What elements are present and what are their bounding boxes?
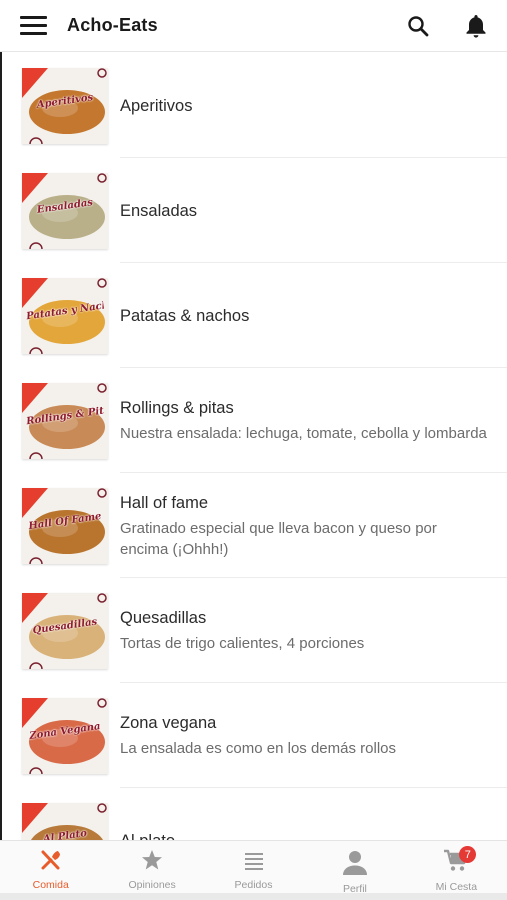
star-icon xyxy=(140,849,164,876)
person-icon xyxy=(341,849,369,880)
category-thumbnail: Hall Of Fame xyxy=(22,488,108,564)
nav-item-opiniones[interactable]: Opiniones xyxy=(101,841,202,893)
category-item[interactable]: Zona Vegana Zona vegana La ensalada es com… xyxy=(0,683,507,788)
category-title: Aperitivos xyxy=(120,96,193,115)
category-thumbnail: Patatas y Nachos xyxy=(22,278,108,354)
category-item[interactable]: Rollings & Pitas Rollings & pitas Nuestra … xyxy=(0,368,507,473)
nav-label: Opiniones xyxy=(128,879,176,891)
category-item[interactable]: Hall Of Fame Hall of fame Gratinado especi… xyxy=(0,473,507,578)
nav-item-mi-cesta[interactable]: 7 Mi Cesta xyxy=(406,841,507,893)
nav-item-comida[interactable]: Comida xyxy=(0,841,101,893)
category-item[interactable]: Al Plato Al plato xyxy=(0,788,507,840)
nav-label: Comida xyxy=(32,879,69,891)
fork-knife-icon xyxy=(39,849,63,876)
app-title: Acho-Eats xyxy=(67,15,158,35)
category-title: Rollings & pitas xyxy=(120,399,234,417)
category-item[interactable]: Quesadillas Quesadillas Tortas de trigo ca… xyxy=(0,578,507,683)
category-title: Quesadillas xyxy=(120,609,207,627)
category-thumbnail: Quesadillas xyxy=(22,593,108,669)
search-icon[interactable] xyxy=(405,13,431,39)
nav-label: Mi Cesta xyxy=(435,881,478,893)
nav-label: Pedidos xyxy=(234,879,273,891)
category-description: Tortas de trigo calientes, 4 porciones xyxy=(120,635,365,652)
category-item[interactable]: Ensaladas Ensaladas xyxy=(0,158,507,263)
category-title: Zona vegana xyxy=(120,714,217,732)
nav-item-pedidos[interactable]: Pedidos xyxy=(203,841,304,893)
list-icon xyxy=(242,849,266,876)
category-description: Nuestra ensalada: lechuga, tomate, cebol… xyxy=(120,425,487,442)
app-bar: Acho-Eats xyxy=(0,0,507,52)
category-title: Ensaladas xyxy=(120,201,198,220)
nav-item-perfil[interactable]: Perfil xyxy=(304,841,405,895)
category-thumbnail: Ensaladas xyxy=(22,173,108,249)
category-item[interactable]: Patatas y Nachos Patatas & nachos xyxy=(0,263,507,368)
category-title: Patatas & nachos xyxy=(120,306,250,325)
bottom-navigation: Comida Opiniones Pedidos Perfil 7 Mi Cesta xyxy=(0,840,507,895)
system-bar xyxy=(0,893,507,900)
category-description: Gratinado especial que lleva bacon y que… xyxy=(120,519,437,558)
category-thumbnail: Rollings & Pitas xyxy=(22,383,108,459)
category-description: La ensalada es como en los demás rollos xyxy=(120,740,396,757)
menu-icon[interactable] xyxy=(20,12,56,40)
category-thumbnail: Aperitivos xyxy=(22,68,108,144)
category-item[interactable]: Aperitivos Aperitivos xyxy=(0,53,507,158)
category-thumbnail: Al Plato xyxy=(22,803,108,840)
cart-count-badge: 7 xyxy=(459,846,477,863)
category-title: Hall of fame xyxy=(120,493,209,512)
category-list: Aperitivos Aperitivos Ensaladas Ensaladas Pa… xyxy=(0,53,507,840)
bell-icon[interactable] xyxy=(463,13,489,39)
category-thumbnail: Zona Vegana xyxy=(22,698,108,774)
category-title: Al plato xyxy=(120,830,487,841)
